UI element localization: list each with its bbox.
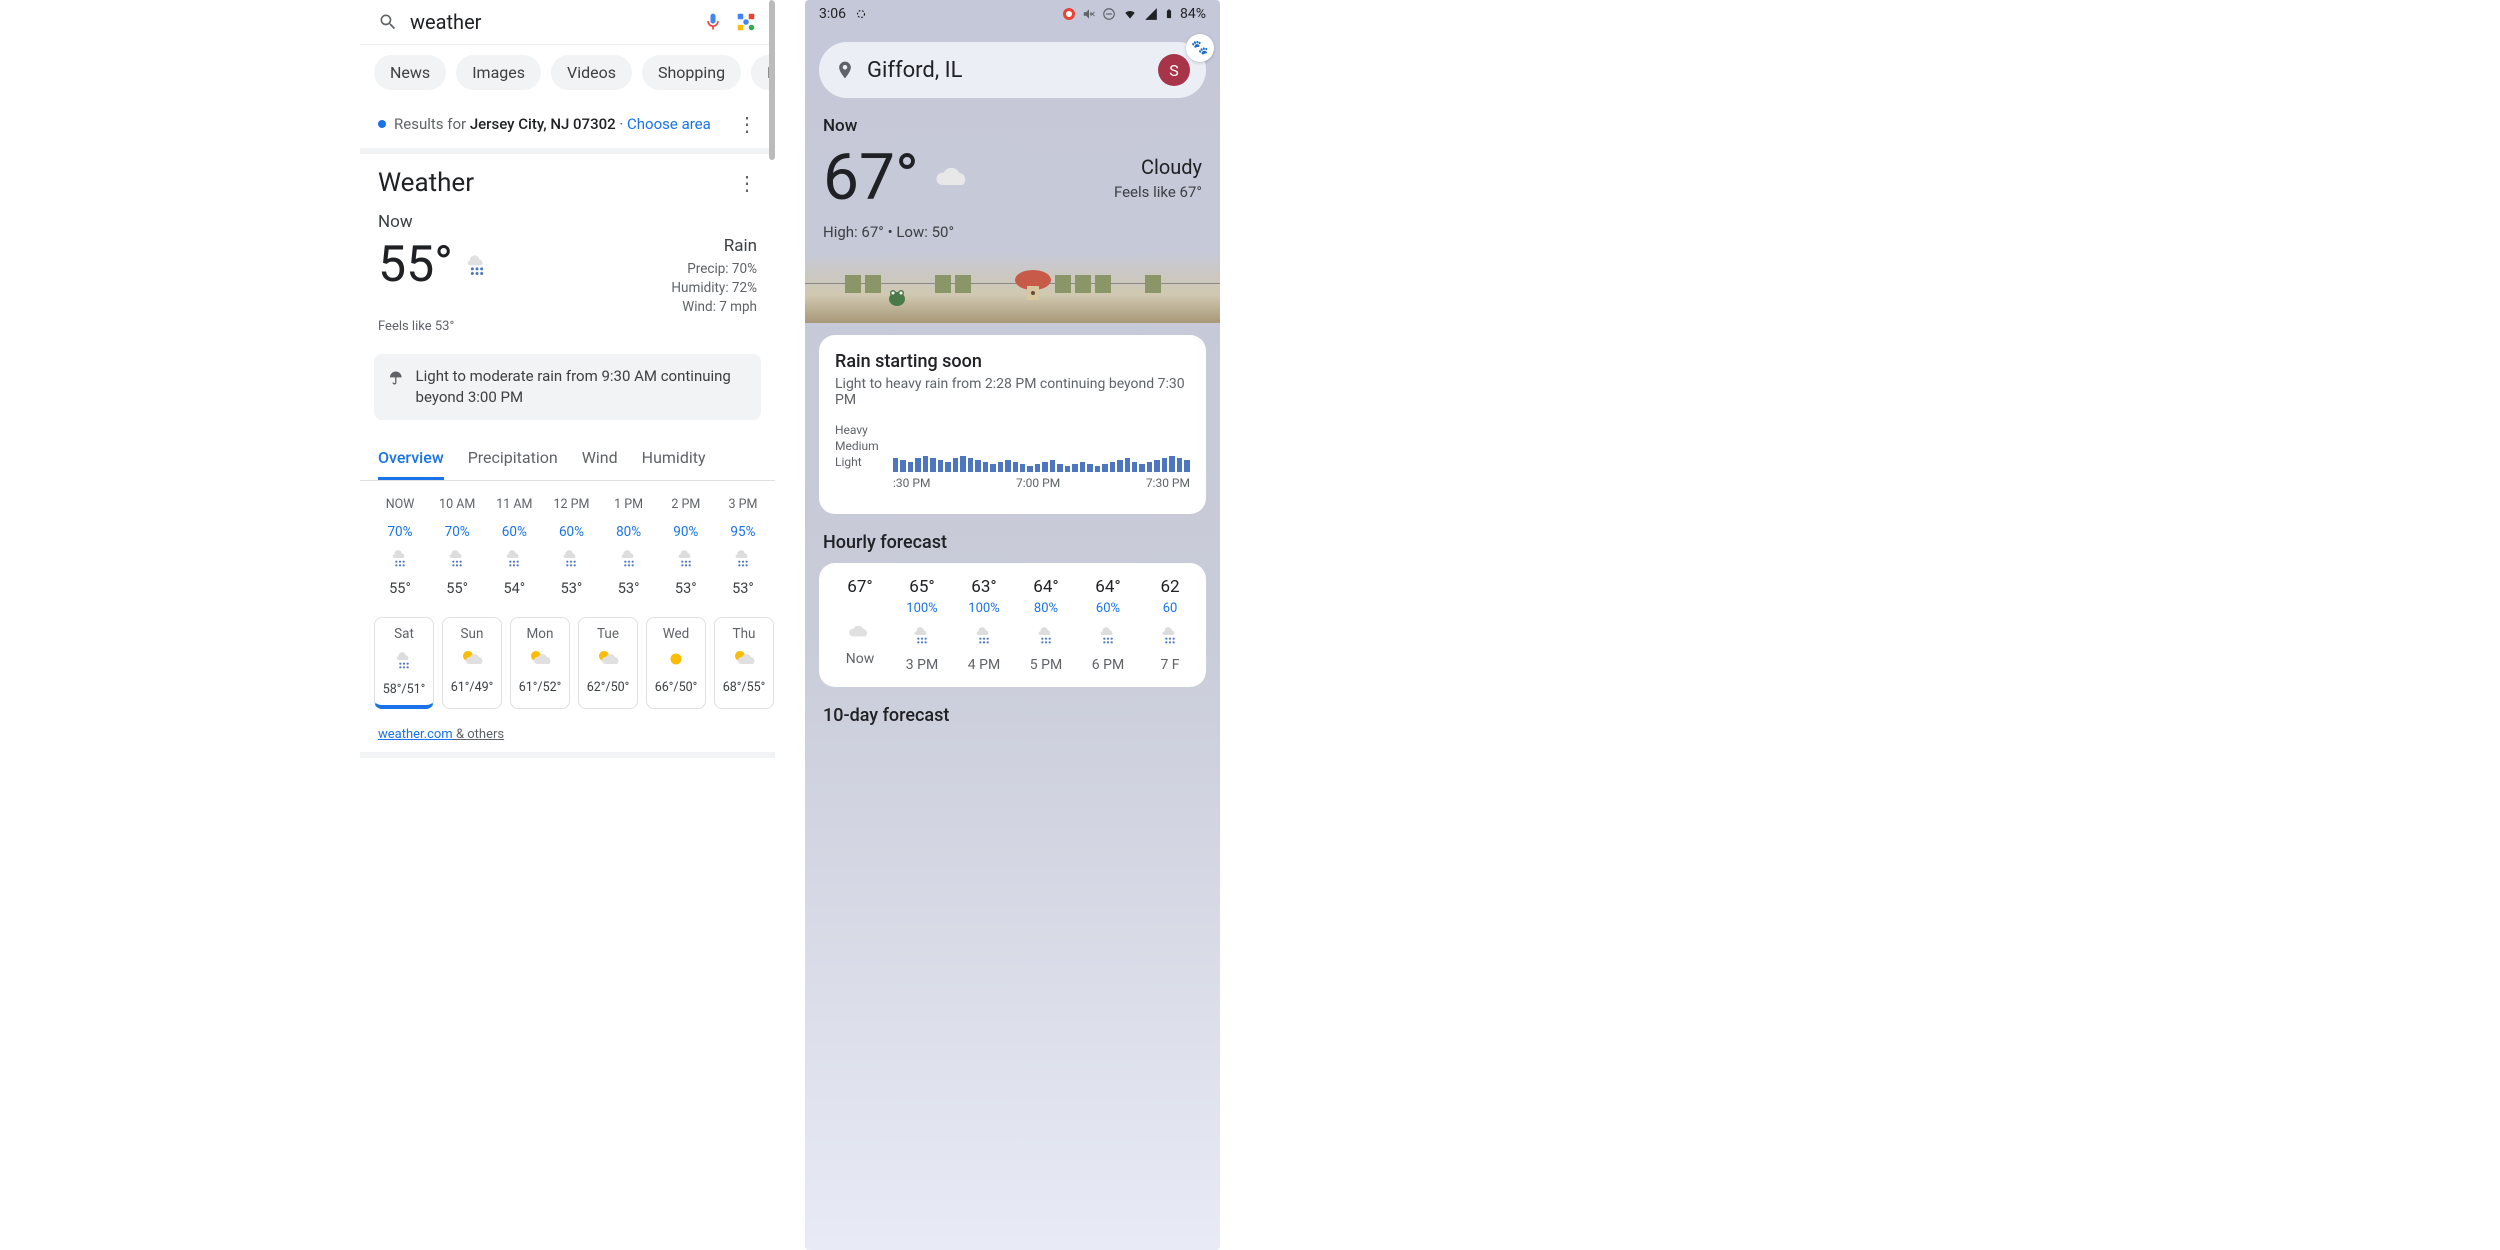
hour-column[interactable]: 65° 100% 3 PM: [891, 577, 953, 673]
hour-column[interactable]: 1 PM 80% 53°: [607, 497, 651, 597]
rain-banner: Light to moderate rain from 9:30 AM cont…: [374, 354, 761, 420]
high-low: High: 67° • Low: 50°: [823, 223, 1202, 241]
scrollbar[interactable]: [769, 0, 775, 160]
account-avatar[interactable]: S: [1158, 54, 1190, 86]
location-pill[interactable]: Gifford, IL S: [819, 42, 1206, 98]
overflow-menu-icon[interactable]: ⋮: [737, 112, 757, 136]
search-icon: [378, 12, 398, 32]
filter-chips: News Images Videos Shopping Maps B: [360, 45, 775, 100]
chip-images[interactable]: Images: [456, 55, 541, 90]
search-bar[interactable]: weather: [360, 0, 775, 45]
day-column[interactable]: Mon 61°/52°: [510, 617, 570, 709]
wifi-icon: [1122, 7, 1138, 21]
feels-like: Feels like 53°: [378, 319, 757, 334]
results-prefix: Results for: [394, 115, 470, 133]
cloud-icon: [933, 163, 975, 193]
dnd-icon: [1102, 7, 1116, 21]
recording-indicator-icon: [854, 7, 868, 21]
mute-icon: [1082, 7, 1096, 21]
tab-wind[interactable]: Wind: [582, 438, 618, 480]
chip-videos[interactable]: Videos: [551, 55, 632, 90]
hour-column[interactable]: 3 PM 95% 53°: [721, 497, 765, 597]
status-time: 3:06: [819, 6, 846, 22]
rain-card-title: Rain starting soon: [835, 351, 1190, 372]
status-bar: 3:06 84%: [805, 0, 1220, 28]
tab-humidity[interactable]: Humidity: [642, 438, 706, 480]
hour-column[interactable]: 64° 80% 5 PM: [1015, 577, 1077, 673]
hour-column[interactable]: 63° 100% 4 PM: [953, 577, 1015, 673]
precipitation-chart: Heavy Medium Light :30 PM 7:00 PM 7:30 P…: [835, 422, 1190, 498]
feels-like: Feels like 67°: [1114, 183, 1202, 201]
day-column[interactable]: Sat 58°/51°: [374, 617, 434, 709]
location-text: Gifford, IL: [867, 58, 1146, 83]
rain-card-subtitle: Light to heavy rain from 2:28 PM continu…: [835, 376, 1190, 408]
rain-card[interactable]: Rain starting soon Light to heavy rain f…: [819, 335, 1206, 514]
weather-tabs: Overview Precipitation Wind Humidity: [360, 438, 775, 481]
weather-illustration: [805, 253, 1220, 323]
hourly-forecast-row[interactable]: NOW 70% 55° 10 AM 70% 55° 11 AM 60% 54° …: [360, 481, 775, 611]
day-column[interactable]: Thu 68°/55°: [714, 617, 774, 709]
hour-column[interactable]: 10 AM 70% 55°: [435, 497, 479, 597]
signal-icon: [1144, 7, 1158, 21]
day-column[interactable]: Tue 62°/50°: [578, 617, 638, 709]
current-temperature: 67°: [823, 140, 919, 215]
attribution: weather.com & others: [360, 717, 775, 758]
hour-column[interactable]: 62 60 7 F: [1139, 577, 1201, 673]
hour-column[interactable]: NOW 70% 55°: [378, 497, 422, 597]
condition-text: Rain: [671, 236, 757, 256]
hour-column[interactable]: 64° 60% 6 PM: [1077, 577, 1139, 673]
now-label: Now: [378, 212, 757, 232]
location-context: Results for Jersey City, NJ 07302 · Choo…: [360, 100, 775, 154]
hour-column[interactable]: 67° Now: [829, 577, 891, 673]
battery-pct: 84%: [1180, 6, 1206, 22]
paw-badge-icon[interactable]: 🐾: [1186, 34, 1214, 62]
weather-app-screen: 3:06 84% 🐾 Gifford, IL S Now 67°: [805, 0, 1220, 1250]
precip-detail: Precip: 70%: [671, 260, 757, 279]
chip-news[interactable]: News: [374, 55, 446, 90]
tab-overview[interactable]: Overview: [378, 438, 444, 480]
lens-icon[interactable]: [735, 11, 757, 33]
tenday-section-title: 10-day forecast: [805, 701, 1220, 736]
condition-text: Cloudy: [1114, 155, 1202, 179]
mic-icon[interactable]: [703, 11, 723, 33]
screen-record-icon: [1062, 7, 1076, 21]
battery-icon: [1164, 6, 1174, 22]
location-dot-icon: [378, 120, 386, 128]
results-location: Jersey City, NJ 07302: [470, 115, 616, 133]
hour-column[interactable]: 2 PM 90% 53°: [664, 497, 708, 597]
rain-icon: [463, 248, 491, 278]
now-label: Now: [823, 116, 1202, 136]
day-column[interactable]: Wed 66°/50°: [646, 617, 706, 709]
google-search-screen: weather News Images Videos Shopping Maps…: [360, 0, 775, 1250]
current-temperature: 55°: [378, 236, 453, 294]
wind-detail: Wind: 7 mph: [671, 298, 757, 317]
hour-column[interactable]: 12 PM 60% 53°: [549, 497, 593, 597]
humidity-detail: Humidity: 72%: [671, 279, 757, 298]
card-overflow-icon[interactable]: ⋮: [737, 171, 757, 195]
hourly-card[interactable]: 67° Now 65° 100% 3 PM 63° 100% 4 PM 64° …: [819, 563, 1206, 687]
search-query[interactable]: weather: [410, 10, 691, 34]
chip-shopping[interactable]: Shopping: [642, 55, 741, 90]
umbrella-icon: [388, 368, 404, 388]
tab-precipitation[interactable]: Precipitation: [468, 438, 558, 480]
banner-text: Light to moderate rain from 9:30 AM cont…: [416, 366, 747, 408]
weather-card-title: Weather: [378, 168, 737, 198]
hour-column[interactable]: 11 AM 60% 54°: [492, 497, 536, 597]
daily-forecast-row[interactable]: Sat 58°/51° Sun 61°/49° Mon 61°/52° Tue …: [360, 611, 775, 717]
day-column[interactable]: Sun 61°/49°: [442, 617, 502, 709]
choose-area-link[interactable]: Choose area: [627, 115, 711, 133]
hourly-section-title: Hourly forecast: [805, 528, 1220, 563]
pin-icon: [835, 59, 855, 81]
attribution-link[interactable]: weather.com: [378, 727, 453, 742]
